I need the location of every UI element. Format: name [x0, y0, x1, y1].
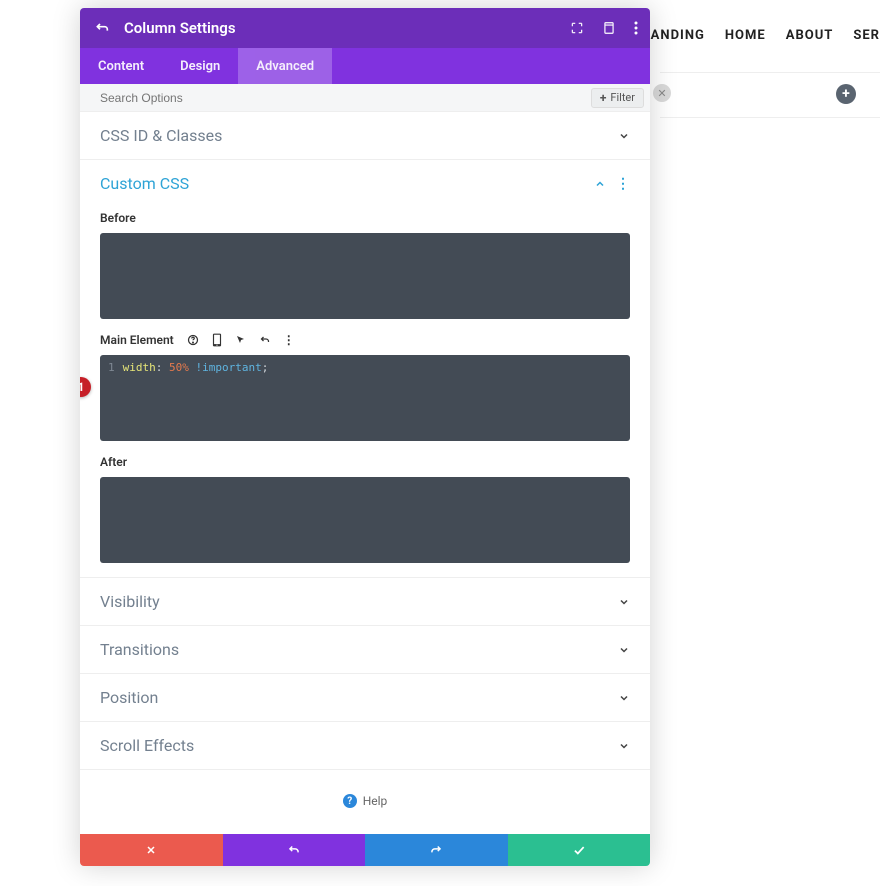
filter-label: Filter [610, 91, 635, 104]
redo-button[interactable] [365, 834, 508, 866]
section-css-id-label: CSS ID & Classes [100, 126, 618, 145]
section-custom-css: Custom CSS ⋮ Before Main Element ⋮ [80, 160, 650, 578]
code-unit: % [182, 361, 189, 374]
section-more-icon[interactable]: ⋮ [616, 176, 630, 192]
cancel-button[interactable] [80, 834, 223, 866]
after-label: After [100, 455, 630, 469]
help-icon[interactable] [186, 333, 200, 347]
chevron-down-icon [618, 644, 630, 656]
nav-item-about[interactable]: ABOUT [786, 28, 834, 43]
gear-icon[interactable]: ✕ [653, 84, 671, 102]
section-scroll-effects: Scroll Effects [80, 722, 650, 770]
code-prop: width [123, 361, 156, 374]
section-custom-css-header[interactable]: Custom CSS ⋮ [80, 160, 650, 207]
panel-footer [80, 834, 650, 866]
section-transitions-header[interactable]: Transitions [80, 626, 650, 673]
panel-tabs: Content Design Advanced [80, 48, 650, 84]
tab-content[interactable]: Content [80, 48, 162, 84]
section-css-id: CSS ID & Classes [80, 112, 650, 160]
chevron-down-icon [618, 596, 630, 608]
nav-item-services[interactable]: SER [853, 28, 880, 43]
plus-icon: + [600, 92, 607, 104]
code-important: !important [196, 361, 262, 374]
custom-css-content: Before Main Element ⋮ 1 width: 50% !impor… [80, 211, 650, 577]
save-button[interactable] [508, 834, 651, 866]
undo-icon[interactable] [258, 333, 272, 347]
phone-icon[interactable] [210, 333, 224, 347]
main-element-tools: ⋮ [186, 333, 296, 347]
section-custom-css-label: Custom CSS [100, 174, 594, 193]
hover-icon[interactable] [234, 333, 248, 347]
section-css-id-header[interactable]: CSS ID & Classes [80, 112, 650, 159]
back-button[interactable] [94, 20, 110, 36]
nav-item-landing[interactable]: LANDING [643, 28, 705, 43]
add-section-button[interactable]: + [836, 84, 856, 104]
chevron-down-icon [618, 130, 630, 142]
top-nav: LANDING HOME ABOUT SER [643, 28, 880, 43]
settings-panel: 1 Column Settings Content Design Advance… [80, 8, 650, 866]
section-transitions-label: Transitions [100, 640, 618, 659]
panel-title: Column Settings [124, 19, 570, 37]
field-more-icon[interactable]: ⋮ [282, 333, 296, 347]
section-scroll-effects-header[interactable]: Scroll Effects [80, 722, 650, 769]
after-code-input[interactable] [100, 477, 630, 563]
section-visibility: Visibility [80, 578, 650, 626]
help-link[interactable]: ? Help [80, 770, 650, 816]
main-element-row: Main Element ⋮ [100, 333, 630, 347]
more-icon[interactable] [634, 21, 638, 35]
expand-icon[interactable] [570, 21, 584, 35]
panel-body: CSS ID & Classes Custom CSS ⋮ Before Mai… [80, 112, 650, 834]
section-transitions: Transitions [80, 626, 650, 674]
tab-advanced[interactable]: Advanced [238, 48, 332, 84]
panel-header: Column Settings [80, 8, 650, 48]
tab-design[interactable]: Design [162, 48, 238, 84]
chevron-up-icon [594, 178, 606, 190]
help-label: Help [363, 794, 388, 808]
chevron-down-icon [618, 740, 630, 752]
section-scroll-effects-label: Scroll Effects [100, 736, 618, 755]
code-colon: : [156, 361, 163, 374]
line-number: 1 [108, 361, 115, 374]
code-semi: ; [262, 361, 269, 374]
search-bar: + Filter [80, 84, 650, 112]
section-position-header[interactable]: Position [80, 674, 650, 721]
main-element-label: Main Element [100, 333, 174, 347]
main-element-code-input[interactable]: 1 width: 50% !important; [100, 355, 630, 441]
help-badge-icon: ? [343, 794, 357, 808]
section-visibility-label: Visibility [100, 592, 618, 611]
section-position: Position [80, 674, 650, 722]
section-position-label: Position [100, 688, 618, 707]
code-value: 50 [169, 361, 182, 374]
nav-item-home[interactable]: HOME [725, 28, 766, 43]
responsive-icon[interactable] [602, 21, 616, 35]
undo-button[interactable] [223, 834, 366, 866]
search-input[interactable] [100, 91, 591, 105]
chevron-down-icon [618, 692, 630, 704]
section-visibility-header[interactable]: Visibility [80, 578, 650, 625]
before-label: Before [100, 211, 630, 225]
before-code-input[interactable] [100, 233, 630, 319]
filter-button[interactable]: + Filter [591, 88, 644, 108]
